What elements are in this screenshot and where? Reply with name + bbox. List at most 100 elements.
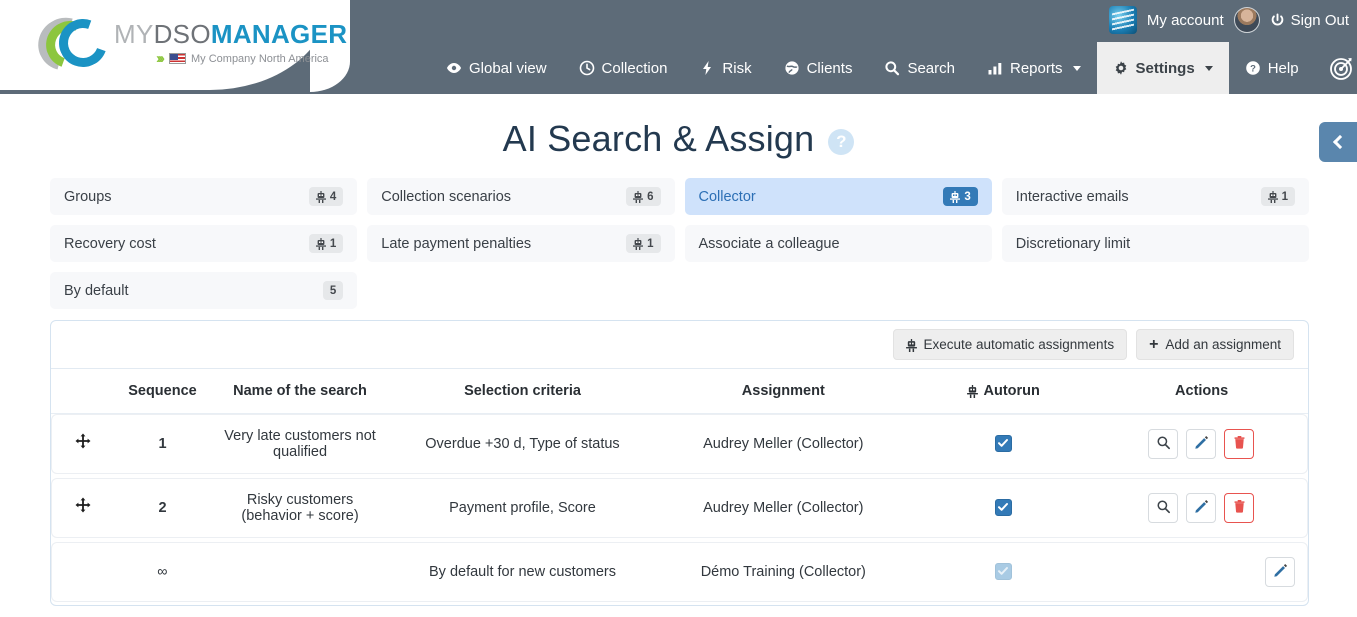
tile-badge: 1 <box>626 234 660 253</box>
eye-icon <box>446 60 462 76</box>
button-label: Add an assignment <box>1165 337 1281 352</box>
tile-interactive-emails[interactable]: Interactive emails 1 <box>1002 178 1309 215</box>
sign-out-label: Sign Out <box>1291 12 1349 29</box>
nav-label: Search <box>907 60 955 77</box>
nav-item-settings[interactable]: Settings <box>1097 42 1229 94</box>
view-button[interactable] <box>1148 429 1178 459</box>
tile-collector[interactable]: Collector 3 <box>685 178 992 215</box>
tile-badge-count: 4 <box>330 191 336 203</box>
collapse-panel-button[interactable] <box>1319 122 1357 162</box>
tile-label: Collection scenarios <box>381 189 511 205</box>
page-header: AI Search & Assign ? <box>0 118 1357 160</box>
row-autorun-cell[interactable] <box>911 478 1095 538</box>
nav-label: Collection <box>602 60 668 77</box>
tile-placeholder <box>367 272 674 309</box>
tile-by-default[interactable]: By default 5 <box>50 272 357 309</box>
delete-button[interactable] <box>1224 429 1254 459</box>
clock-icon <box>579 60 595 76</box>
nav-item-reports[interactable]: Reports <box>971 42 1097 94</box>
question-circle-icon: ? <box>1245 60 1261 76</box>
row-autorun-cell[interactable] <box>911 414 1095 474</box>
edit-icon <box>1194 499 1209 518</box>
row-actions-cell <box>1095 542 1308 602</box>
tile-late-payment-penalties[interactable]: Late payment penalties 1 <box>367 225 674 262</box>
my-account-link[interactable]: My account <box>1147 12 1224 29</box>
nav-label: Risk <box>722 60 751 77</box>
tile-collection-scenarios[interactable]: Collection scenarios 6 <box>367 178 674 215</box>
search-icon <box>1156 435 1171 454</box>
autorun-checkbox[interactable] <box>995 435 1012 452</box>
logo-manager: MANAGER <box>211 19 347 49</box>
nav-item-global-view[interactable]: Global view <box>430 42 563 94</box>
tile-label: By default <box>64 283 129 299</box>
tile-groups[interactable]: Groups 4 <box>50 178 357 215</box>
logo-dso: DSO <box>154 19 211 49</box>
nav-item-risk[interactable]: Risk <box>683 42 767 94</box>
tile-badge: 5 <box>323 281 343 300</box>
autorun-checkbox-disabled <box>995 563 1012 580</box>
nav-label: Help <box>1268 60 1299 77</box>
column-header-drag <box>51 369 114 414</box>
column-header-assignment: Assignment <box>655 369 911 414</box>
nav-item-collection[interactable]: Collection <box>563 42 684 94</box>
logo-arcs-icon <box>38 14 112 72</box>
tile-badge-count: 5 <box>330 285 336 297</box>
column-header-sequence: Sequence <box>114 369 210 414</box>
sign-out-button[interactable]: Sign Out <box>1270 12 1349 29</box>
tile-associate-a-colleague[interactable]: Associate a colleague <box>685 225 992 262</box>
delete-icon <box>1232 435 1247 454</box>
drag-handle-icon[interactable] <box>74 433 92 451</box>
add-an-assignment-button[interactable]: + Add an assignment <box>1136 329 1294 360</box>
tile-badge: 6 <box>626 187 660 206</box>
bar-chart-icon <box>987 60 1003 76</box>
autorun-checkbox[interactable] <box>995 499 1012 516</box>
row-drag-cell[interactable] <box>51 478 114 538</box>
target-icon[interactable] <box>1315 42 1357 94</box>
button-label: Execute automatic assignments <box>923 337 1114 352</box>
page-title: AI Search & Assign <box>503 118 815 160</box>
drag-handle-icon[interactable] <box>74 497 92 515</box>
tile-recovery-cost[interactable]: Recovery cost 1 <box>50 225 357 262</box>
edit-icon <box>1194 435 1209 454</box>
edit-button[interactable] <box>1186 429 1216 459</box>
avatar[interactable] <box>1234 7 1260 33</box>
nav-label: Clients <box>807 60 853 77</box>
tile-badge-count: 6 <box>647 191 653 203</box>
tile-placeholder <box>1002 272 1309 309</box>
robot-icon <box>633 238 643 250</box>
column-header-autorun: Autorun <box>911 369 1095 414</box>
tile-badge-count: 1 <box>647 238 653 250</box>
delete-button[interactable] <box>1224 493 1254 523</box>
panel-toolbar: Execute automatic assignments + Add an a… <box>51 321 1308 369</box>
search-icon <box>1156 499 1171 518</box>
edit-button[interactable] <box>1186 493 1216 523</box>
table-row[interactable]: 1 Very late customers not qualified Over… <box>51 414 1308 474</box>
row-criteria: Payment profile, Score <box>390 478 656 538</box>
nav-item-search[interactable]: Search <box>868 42 971 94</box>
bolt-icon <box>699 60 715 76</box>
tile-label: Recovery cost <box>64 236 156 252</box>
execute-automatic-assignments-button[interactable]: Execute automatic assignments <box>893 329 1127 360</box>
robot-icon <box>633 191 643 203</box>
tile-discretionary-limit[interactable]: Discretionary limit <box>1002 225 1309 262</box>
delete-icon <box>1232 499 1247 518</box>
row-name <box>211 542 390 602</box>
edit-button[interactable] <box>1265 557 1295 587</box>
tile-placeholder <box>685 272 992 309</box>
table-row[interactable]: ∞ By default for new customers Démo Trai… <box>51 542 1308 602</box>
tile-label: Late payment penalties <box>381 236 531 252</box>
row-sequence: 1 <box>114 414 210 474</box>
nav-item-clients[interactable]: Clients <box>768 42 869 94</box>
row-assignment: Audrey Meller (Collector) <box>655 478 911 538</box>
row-assignment: Démo Training (Collector) <box>655 542 911 602</box>
view-button[interactable] <box>1148 493 1178 523</box>
row-drag-cell[interactable] <box>51 414 114 474</box>
help-icon[interactable]: ? <box>828 129 854 155</box>
brand-logo[interactable]: MYDSOMANAGER ››› My Company North Americ… <box>38 14 347 72</box>
nav-item-help[interactable]: ? Help <box>1229 42 1315 94</box>
row-sequence: 2 <box>114 478 210 538</box>
table-body: 1 Very late customers not qualified Over… <box>51 414 1308 602</box>
table-row[interactable]: 2 Risky customers (behavior + score) Pay… <box>51 478 1308 538</box>
tile-badge: 1 <box>309 234 343 253</box>
tile-label: Associate a colleague <box>699 236 840 252</box>
